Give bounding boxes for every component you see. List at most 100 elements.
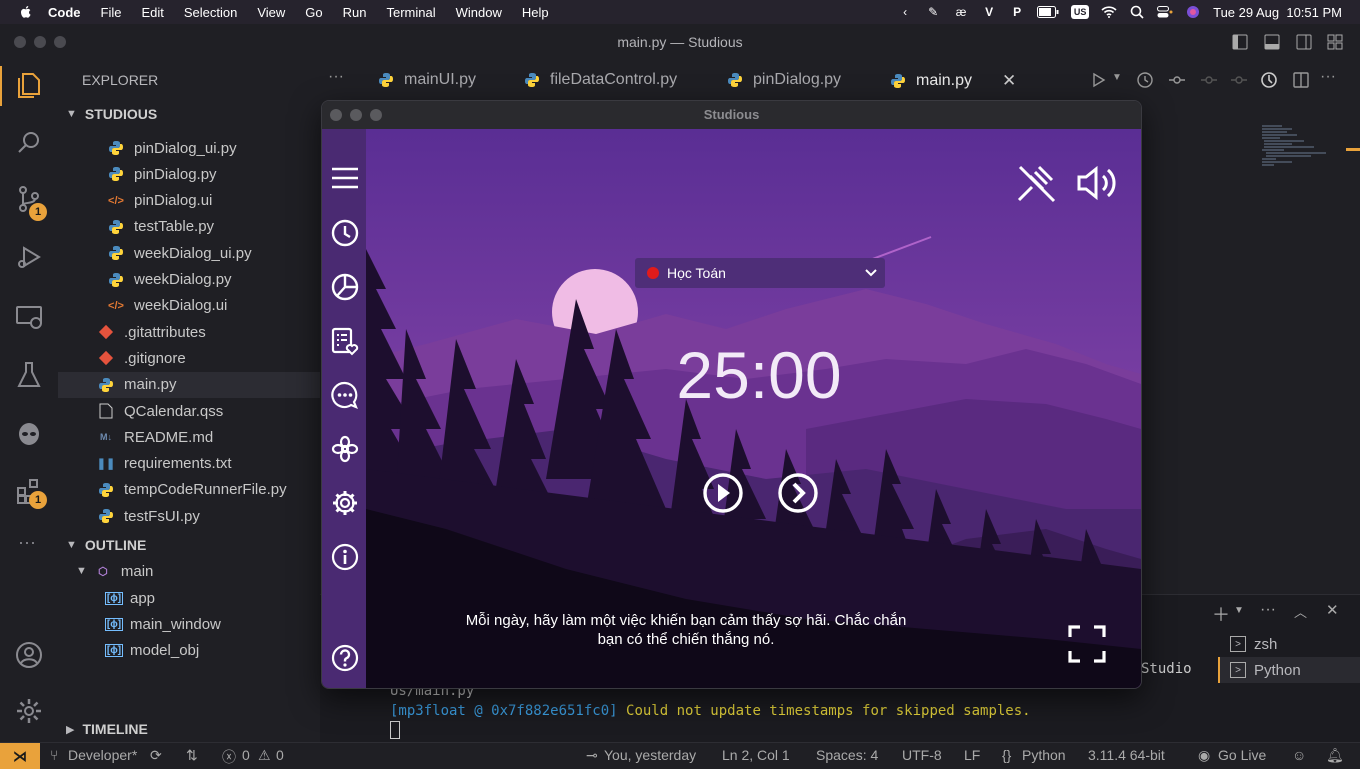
apple-icon[interactable] bbox=[18, 4, 34, 20]
file-item[interactable]: </> pinDialog.ui bbox=[58, 188, 320, 214]
sync-icon[interactable]: ⟳ bbox=[150, 747, 162, 764]
go-live[interactable]: Go Live bbox=[1218, 747, 1266, 763]
chevron-left-icon[interactable]: ‹ bbox=[897, 5, 913, 19]
chevron-down-icon[interactable]: ▼ bbox=[1234, 605, 1244, 616]
encoding[interactable]: UTF-8 bbox=[902, 747, 942, 763]
file-item[interactable]: testTable.py bbox=[58, 214, 320, 240]
indentation[interactable]: Spaces: 4 bbox=[816, 747, 878, 763]
git-previous-icon[interactable] bbox=[1200, 71, 1218, 89]
battery-icon[interactable] bbox=[1037, 5, 1059, 19]
search-icon[interactable] bbox=[1129, 5, 1145, 19]
project-folder-header[interactable]: ▼ STUDIOUS bbox=[66, 106, 157, 122]
remote-indicator[interactable]: ⋊ bbox=[0, 743, 40, 769]
git-blame[interactable]: You, yesterday bbox=[604, 747, 696, 763]
warnings-icon[interactable]: ⚠ bbox=[258, 747, 271, 764]
maximize-panel-icon[interactable]: ︿ bbox=[1294, 602, 1307, 621]
editor-more-icon[interactable]: ··· bbox=[1320, 68, 1336, 86]
file-item[interactable]: testFsUI.py bbox=[58, 503, 320, 529]
menu-go[interactable]: Go bbox=[305, 5, 322, 20]
accounts-icon[interactable] bbox=[14, 640, 44, 670]
tab-pindialog[interactable]: pinDialog.py bbox=[727, 71, 841, 89]
pie-chart-icon[interactable] bbox=[330, 272, 360, 302]
menu-window[interactable]: Window bbox=[456, 5, 502, 20]
task-list-heart-icon[interactable] bbox=[330, 326, 360, 356]
errors-icon[interactable]: ⓧ bbox=[222, 747, 236, 767]
volume-icon[interactable] bbox=[1076, 163, 1118, 203]
menu-hamburger-icon[interactable] bbox=[330, 163, 360, 193]
flower-icon[interactable] bbox=[330, 434, 360, 464]
menu-app-name[interactable]: Code bbox=[48, 5, 81, 20]
settings-gear-icon[interactable] bbox=[330, 488, 360, 518]
menu-edit[interactable]: Edit bbox=[141, 5, 163, 20]
menubar-clock[interactable]: Tue 29 Aug 10:51 PM bbox=[1213, 5, 1342, 20]
errors-count[interactable]: 0 bbox=[242, 747, 250, 763]
toggle-secondary-sidebar-icon[interactable] bbox=[1296, 34, 1312, 50]
file-item[interactable]: pinDialog.py bbox=[58, 161, 320, 187]
info-icon[interactable] bbox=[330, 542, 360, 572]
timeline-icon[interactable] bbox=[1260, 71, 1278, 89]
warnings-count[interactable]: 0 bbox=[276, 747, 284, 763]
tab-mainui[interactable]: mainUI.py bbox=[378, 71, 476, 89]
broadcast-icon[interactable]: ◉ bbox=[1198, 747, 1210, 764]
notifications-bell-icon[interactable]: 🔔︎ bbox=[1326, 747, 1344, 764]
python-interpreter[interactable]: 3.11.4 64-bit bbox=[1088, 747, 1165, 763]
file-item[interactable]: main.py bbox=[58, 371, 320, 398]
minimap[interactable] bbox=[1260, 122, 1350, 172]
pin-off-icon[interactable] bbox=[1016, 163, 1058, 203]
explorer-icon[interactable] bbox=[14, 70, 44, 100]
close-panel-icon[interactable]: ✕ bbox=[1326, 601, 1339, 619]
cursor-position[interactable]: Ln 2, Col 1 bbox=[722, 747, 790, 763]
tool-icon[interactable]: ✎ bbox=[925, 5, 941, 19]
menu-view[interactable]: View bbox=[257, 5, 285, 20]
chevron-down-icon[interactable]: ▼ bbox=[1112, 72, 1122, 83]
outline-item[interactable]: [ϕ] app bbox=[58, 585, 320, 611]
branch-name[interactable]: Developer* bbox=[68, 747, 137, 763]
customize-layout-icon[interactable] bbox=[1327, 34, 1343, 50]
pull-request-icon[interactable]: ⇅ bbox=[186, 747, 198, 764]
terminal-shell-zsh[interactable]: > zsh bbox=[1218, 631, 1360, 657]
outline-root[interactable]: ▼ ⬡ main bbox=[58, 558, 320, 584]
help-icon[interactable] bbox=[330, 643, 360, 673]
file-item[interactable]: weekDialog_ui.py bbox=[58, 240, 320, 266]
feedback-icon[interactable]: ☺ bbox=[1292, 747, 1306, 763]
v-icon[interactable]: V bbox=[981, 5, 997, 19]
tab-main[interactable]: main.py ✕ bbox=[890, 71, 1016, 91]
split-editor-icon[interactable] bbox=[1292, 71, 1310, 89]
terminal-shell-python[interactable]: > Python bbox=[1218, 657, 1360, 683]
task-select[interactable]: Học Toán bbox=[635, 258, 885, 288]
menu-help[interactable]: Help bbox=[522, 5, 549, 20]
file-item[interactable]: .gitignore bbox=[58, 345, 320, 371]
input-source-icon[interactable]: US bbox=[1071, 5, 1090, 19]
language-mode[interactable]: Python bbox=[1022, 747, 1066, 763]
more-icon[interactable]: ··· bbox=[18, 532, 36, 553]
chat-bubble-icon[interactable] bbox=[330, 380, 360, 410]
more-actions-icon[interactable]: ··· bbox=[328, 68, 344, 86]
end-of-line[interactable]: LF bbox=[964, 747, 980, 763]
tab-filedatacontrol[interactable]: fileDataControl.py bbox=[524, 71, 677, 89]
file-item[interactable]: ❚❚ requirements.txt bbox=[58, 451, 320, 477]
fullscreen-icon[interactable] bbox=[1068, 625, 1106, 663]
outline-header[interactable]: ▼ OUTLINE bbox=[66, 537, 146, 553]
alien-icon[interactable] bbox=[14, 418, 44, 448]
control-center-icon[interactable] bbox=[1157, 5, 1173, 19]
run-debug-icon[interactable] bbox=[14, 242, 44, 272]
menu-run[interactable]: Run bbox=[343, 5, 367, 20]
git-next-icon[interactable] bbox=[1230, 71, 1248, 89]
p-icon[interactable]: P bbox=[1009, 5, 1025, 19]
history-icon[interactable] bbox=[1136, 71, 1154, 89]
git-compare-icon[interactable] bbox=[1168, 71, 1186, 89]
outline-item[interactable]: [ϕ] main_window bbox=[58, 611, 320, 637]
braces-icon[interactable]: {} bbox=[1002, 747, 1011, 763]
timeline-header[interactable]: ▶ TIMELINE bbox=[66, 721, 148, 737]
terminal-cursor[interactable] bbox=[390, 721, 400, 739]
toggle-sidebar-icon[interactable] bbox=[1232, 34, 1248, 50]
settings-gear-icon[interactable] bbox=[14, 696, 44, 726]
close-tab-icon[interactable]: ✕ bbox=[1002, 71, 1016, 91]
file-item[interactable]: </> weekDialog.ui bbox=[58, 293, 320, 319]
file-item[interactable]: pinDialog_ui.py bbox=[58, 135, 320, 161]
file-item[interactable]: QCalendar.qss bbox=[58, 398, 320, 424]
siri-icon[interactable] bbox=[1185, 5, 1201, 19]
testing-icon[interactable] bbox=[14, 360, 44, 390]
ae-icon[interactable]: æ bbox=[953, 5, 969, 19]
menu-selection[interactable]: Selection bbox=[184, 5, 237, 20]
